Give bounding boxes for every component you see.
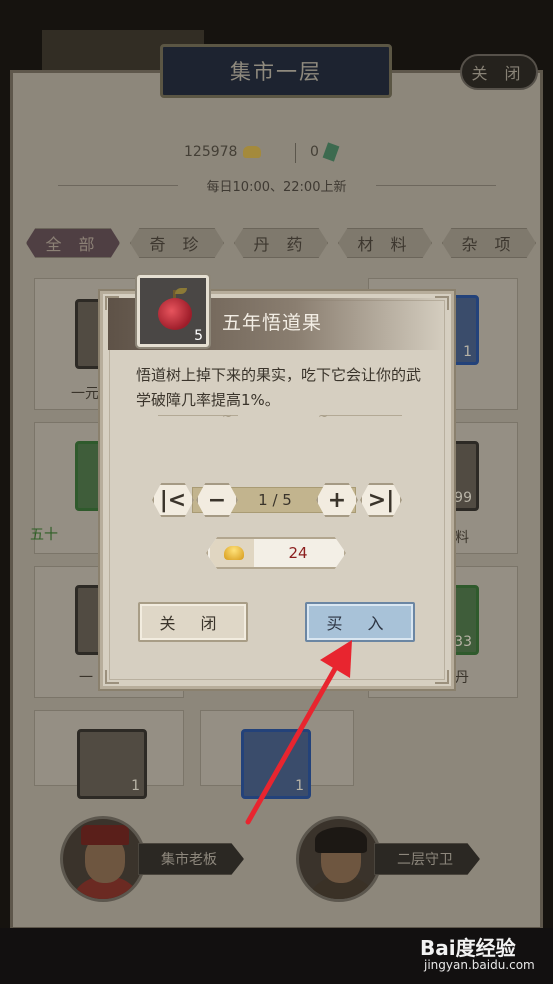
item-slot: 1: [77, 729, 147, 799]
ornament-line-right: [322, 415, 402, 416]
item-icon-frame: 5: [137, 275, 209, 347]
currency-divider: [295, 143, 296, 163]
item-name: 五年悟道果: [222, 312, 323, 334]
item-label: 五十: [30, 527, 58, 543]
dialog-close-button[interactable]: 关 闭: [138, 602, 248, 642]
npc-market-boss[interactable]: 集市老板: [60, 816, 244, 902]
gold-ingot-icon: [243, 146, 262, 158]
price-value: 24: [288, 544, 308, 562]
hat-shape: [81, 825, 129, 845]
corner-ornament: [435, 670, 449, 684]
item-label: 一: [79, 670, 93, 686]
refresh-note: 每日10:00、22:00上新: [206, 180, 347, 195]
item-description: 悟道树上掉下来的果实，吃下它会让你的武学破障几率提高1%。: [136, 366, 422, 409]
item-slot: 1: [241, 729, 311, 799]
item-count: 1: [131, 778, 140, 794]
npc-second-floor-guard[interactable]: 二层守卫: [296, 816, 480, 902]
market-close-button[interactable]: 关 闭: [460, 54, 538, 90]
shop-cell[interactable]: 1: [34, 710, 184, 799]
tab-rare[interactable]: 奇 珍: [130, 228, 224, 258]
gold-ingot-icon: [224, 546, 244, 560]
ornament-swirl-icon: ~: [318, 409, 329, 423]
item-stock: 5: [194, 328, 203, 344]
tab-all[interactable]: 全 部: [26, 228, 120, 258]
game-screen: 集市一层 关 闭 125978 0 每日10:00、22:00上新 全 部 奇 …: [0, 0, 553, 984]
item-count: 33: [454, 634, 472, 650]
tab-materials[interactable]: 材 料: [338, 228, 432, 258]
fruit-icon: [158, 298, 192, 330]
price-display: 24: [206, 537, 346, 569]
gold-amount: 125978: [184, 144, 238, 160]
shop-cell[interactable]: 1: [200, 710, 354, 799]
jade-amount: 0: [310, 144, 319, 160]
fruit-leaf: [175, 288, 187, 294]
avatar: [60, 816, 146, 902]
watermark-url: jingyan.baidu.com: [424, 958, 535, 972]
buy-button[interactable]: 买 入: [305, 602, 415, 642]
tab-misc[interactable]: 杂 项: [442, 228, 536, 258]
hair-shape: [315, 827, 367, 853]
item-count: 1: [295, 778, 304, 794]
item-label: 丹: [455, 670, 469, 686]
quantity-stepper: 1 / 5 |< − + >|: [152, 483, 402, 517]
npc-label: 集市老板: [138, 843, 244, 875]
item-label: 一元: [71, 386, 99, 402]
corner-ornament: [105, 670, 119, 684]
watermark-brand: Bai度经验: [420, 936, 516, 960]
category-tabs: 全 部 奇 珍 丹 药 材 料 杂 项: [26, 228, 536, 258]
tab-pills[interactable]: 丹 药: [234, 228, 328, 258]
avatar: [296, 816, 382, 902]
price-icon-wrap: [210, 539, 254, 567]
market-title: 集市一层: [160, 44, 392, 98]
gold-balance: 125978: [184, 144, 262, 160]
jade-balance: 0: [310, 142, 340, 162]
ornament-swirl-icon: ~: [222, 409, 233, 423]
npc-label: 二层守卫: [374, 843, 480, 875]
jade-icon: [322, 142, 340, 162]
item-label: 料: [455, 530, 469, 546]
item-count: 1: [463, 344, 472, 360]
